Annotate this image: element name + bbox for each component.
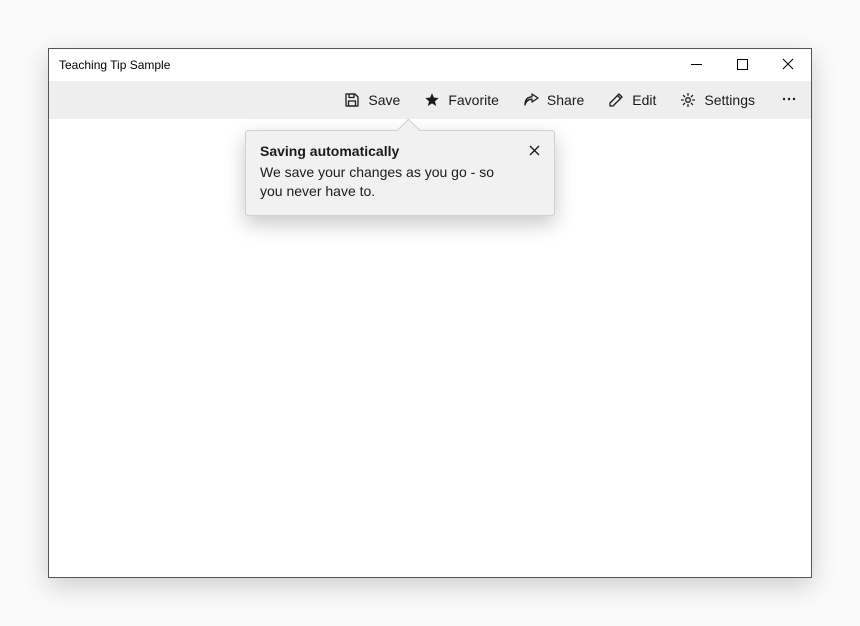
maximize-button[interactable] bbox=[719, 49, 765, 81]
more-button[interactable] bbox=[767, 81, 811, 119]
close-icon bbox=[529, 143, 540, 159]
more-icon bbox=[781, 91, 797, 110]
settings-icon bbox=[680, 92, 696, 108]
edit-button[interactable]: Edit bbox=[596, 81, 668, 119]
favorite-button[interactable]: Favorite bbox=[412, 81, 511, 119]
favorite-button-label: Favorite bbox=[448, 92, 499, 108]
app-window: Teaching Tip Sample Save bbox=[48, 48, 812, 578]
edit-button-label: Edit bbox=[632, 92, 656, 108]
command-bar: Save Favorite Share Edit bbox=[49, 81, 811, 119]
minimize-icon bbox=[691, 57, 702, 73]
close-window-button[interactable] bbox=[765, 49, 811, 81]
save-button-label: Save bbox=[368, 92, 400, 108]
content-area: Saving automatically We save your change… bbox=[49, 119, 811, 577]
edit-icon bbox=[608, 92, 624, 108]
minimize-button[interactable] bbox=[673, 49, 719, 81]
window-title: Teaching Tip Sample bbox=[59, 58, 673, 72]
share-icon bbox=[523, 92, 539, 108]
settings-button-label: Settings bbox=[704, 92, 755, 108]
settings-button[interactable]: Settings bbox=[668, 81, 767, 119]
title-bar: Teaching Tip Sample bbox=[49, 49, 811, 81]
teaching-tip-title: Saving automatically bbox=[260, 143, 540, 159]
teaching-tip-body: We save your changes as you go - so you … bbox=[260, 163, 540, 201]
save-button[interactable]: Save bbox=[332, 81, 412, 119]
save-icon bbox=[344, 92, 360, 108]
share-button-label: Share bbox=[547, 92, 584, 108]
teaching-tip-close-button[interactable] bbox=[522, 139, 546, 163]
star-icon bbox=[424, 92, 440, 108]
maximize-icon bbox=[737, 57, 748, 73]
teaching-tip: Saving automatically We save your change… bbox=[245, 130, 555, 216]
close-icon bbox=[782, 57, 794, 73]
share-button[interactable]: Share bbox=[511, 81, 596, 119]
